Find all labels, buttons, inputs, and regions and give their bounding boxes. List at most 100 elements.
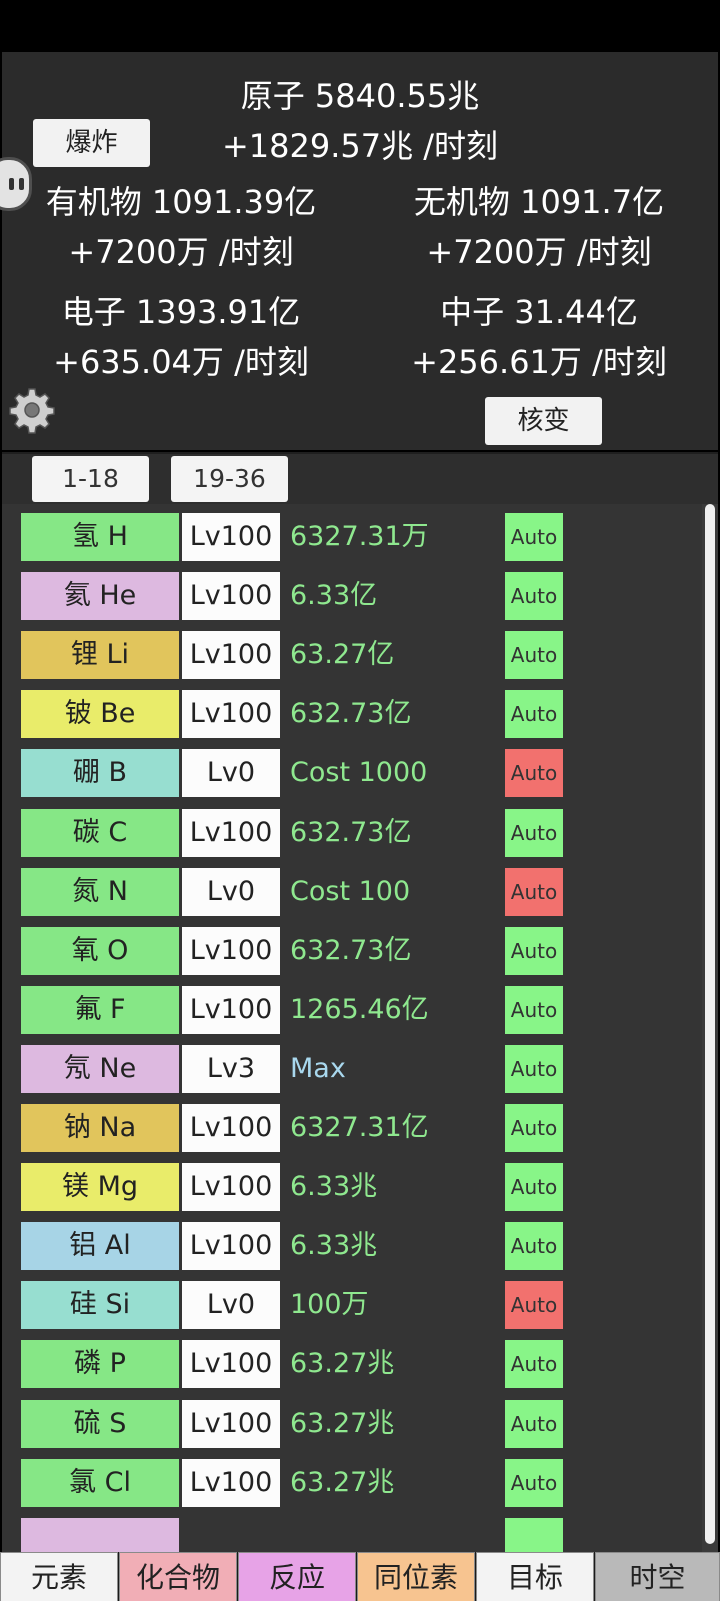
element-name-button[interactable]: 碳 C <box>21 808 179 857</box>
element-group-tabs: 1-18 19-36 <box>2 452 718 504</box>
element-value: 6.33亿 <box>290 580 378 612</box>
element-level-button[interactable]: Lv0 <box>182 867 280 916</box>
scrollbar[interactable] <box>702 504 718 1552</box>
auto-toggle[interactable]: Auto <box>505 513 563 561</box>
element-name-button[interactable]: 氦 He <box>21 572 179 621</box>
element-name-button[interactable]: 硫 S <box>21 1399 179 1448</box>
element-name-button[interactable]: 锂 Li <box>21 631 179 680</box>
element-value: 632.73亿 <box>290 816 412 848</box>
auto-toggle[interactable]: Auto <box>505 1458 563 1507</box>
auto-toggle[interactable]: Auto <box>505 926 563 975</box>
neutron-count: 中子 31.44亿 <box>440 293 638 331</box>
element-value: 6.33兆 <box>290 1171 378 1203</box>
element-level-button[interactable]: Lv100 <box>182 985 280 1034</box>
element-value: Max <box>290 1052 346 1084</box>
element-row: 氦 He Lv100 6.33亿 Auto <box>2 572 702 621</box>
game-screen: 原子 5840.55兆 +1829.57兆 /时刻 爆炸 有机物 1091.39… <box>0 0 720 1601</box>
element-name-button[interactable]: 氮 N <box>21 867 179 916</box>
auto-toggle[interactable]: Auto <box>505 808 563 857</box>
element-row: 氧 O Lv100 632.73亿 Auto <box>2 926 702 975</box>
element-name-button[interactable]: 氢 H <box>21 513 179 561</box>
nav-tab-reactions[interactable]: 反应 <box>238 1552 356 1601</box>
element-name-button[interactable]: 氖 Ne <box>21 1044 179 1093</box>
element-row: 硅 Si Lv0 100万 Auto <box>2 1281 702 1330</box>
element-row: 镁 Mg Lv100 6.33兆 Auto <box>2 1163 702 1212</box>
element-level-button[interactable]: Lv3 <box>182 1044 280 1093</box>
auto-toggle[interactable]: Auto <box>505 1163 563 1212</box>
element-level-button[interactable]: Lv100 <box>182 631 280 680</box>
element-level-button[interactable]: Lv0 <box>182 749 280 798</box>
element-row <box>2 1517 702 1552</box>
auto-toggle[interactable]: Auto <box>505 749 563 798</box>
element-value: 632.73亿 <box>290 698 412 730</box>
element-level-button[interactable]: Lv100 <box>182 1222 280 1271</box>
gear-icon[interactable] <box>8 386 56 434</box>
element-name-button[interactable] <box>21 1517 179 1552</box>
auto-toggle[interactable]: Auto <box>505 631 563 680</box>
element-row: 磷 P Lv100 63.27兆 Auto <box>2 1340 702 1389</box>
element-level-button[interactable]: Lv0 <box>182 1281 280 1330</box>
auto-toggle[interactable]: Auto <box>505 1281 563 1330</box>
element-name-button[interactable]: 硅 Si <box>21 1281 179 1330</box>
element-name-button[interactable]: 氯 Cl <box>21 1458 179 1507</box>
nav-tab-spacetime[interactable]: 时空 <box>595 1552 720 1601</box>
element-row: 硫 S Lv100 63.27兆 Auto <box>2 1399 702 1448</box>
auto-toggle[interactable]: Auto <box>505 1044 563 1093</box>
element-value: Cost 1000 <box>290 757 428 789</box>
auto-toggle[interactable] <box>505 1517 563 1552</box>
element-name-button[interactable]: 氟 F <box>21 985 179 1034</box>
nav-tab-isotopes[interactable]: 同位素 <box>357 1552 475 1601</box>
auto-toggle[interactable]: Auto <box>505 572 563 621</box>
nav-tab-goals[interactable]: 目标 <box>476 1552 594 1601</box>
auto-toggle[interactable]: Auto <box>505 1222 563 1271</box>
scrollbar-thumb[interactable] <box>705 504 715 1544</box>
element-level-button[interactable]: Lv100 <box>182 1104 280 1152</box>
element-level-button[interactable]: Lv100 <box>182 926 280 975</box>
inorganic-rate: +7200万 /时刻 <box>426 233 652 271</box>
element-level-button[interactable]: Lv100 <box>182 1399 280 1448</box>
element-level-button[interactable]: Lv100 <box>182 808 280 857</box>
organic-rate: +7200万 /时刻 <box>68 233 294 271</box>
element-value: 632.73亿 <box>290 934 412 966</box>
element-name-button[interactable]: 磷 P <box>21 1340 179 1389</box>
atom-count: 原子 5840.55兆 <box>240 77 480 115</box>
element-name-button[interactable]: 硼 B <box>21 749 179 798</box>
element-name-button[interactable]: 镁 Mg <box>21 1163 179 1212</box>
auto-toggle[interactable]: Auto <box>505 867 563 916</box>
electron-rate: +635.04万 /时刻 <box>53 343 309 381</box>
element-row: 硼 B Lv0 Cost 1000 Auto <box>2 749 702 798</box>
tab-elements-1-18[interactable]: 1-18 <box>32 456 149 502</box>
element-level-button[interactable]: Lv100 <box>182 572 280 621</box>
element-name-button[interactable]: 铍 Be <box>21 690 179 739</box>
element-row: 碳 C Lv100 632.73亿 Auto <box>2 808 702 857</box>
auto-toggle[interactable]: Auto <box>505 1399 563 1448</box>
tab-elements-19-36[interactable]: 19-36 <box>171 456 288 502</box>
element-level-button[interactable]: Lv100 <box>182 1340 280 1389</box>
element-level-button[interactable]: Lv100 <box>182 1163 280 1212</box>
element-level-button[interactable]: Lv100 <box>182 513 280 561</box>
resource-panel: 原子 5840.55兆 +1829.57兆 /时刻 爆炸 有机物 1091.39… <box>0 52 718 450</box>
element-name-button[interactable]: 氧 O <box>21 926 179 975</box>
element-row: 氟 F Lv100 1265.46亿 Auto <box>2 985 702 1034</box>
element-list[interactable]: 氢 H Lv100 6327.31万 Auto 氦 He Lv100 6.33亿 Auto 锂 … <box>2 504 718 1552</box>
element-row: 铍 Be Lv100 632.73亿 Auto <box>2 690 702 739</box>
nav-tab-elements[interactable]: 元素 <box>0 1552 118 1601</box>
auto-toggle[interactable]: Auto <box>505 985 563 1034</box>
element-value: 63.27兆 <box>290 1466 395 1498</box>
element-value: 100万 <box>290 1289 369 1321</box>
element-level-button[interactable]: Lv100 <box>182 690 280 739</box>
element-value: 63.27兆 <box>290 1407 395 1439</box>
element-name-button[interactable]: 铝 Al <box>21 1222 179 1271</box>
auto-toggle[interactable]: Auto <box>505 690 563 739</box>
explode-button[interactable]: 爆炸 <box>33 119 150 167</box>
element-name-button[interactable]: 钠 Na <box>21 1104 179 1152</box>
neutron-rate: +256.61万 /时刻 <box>411 343 667 381</box>
auto-toggle[interactable]: Auto <box>505 1104 563 1152</box>
nav-tab-compounds[interactable]: 化合物 <box>119 1552 237 1601</box>
element-row: 氖 Ne Lv3 Max Auto <box>2 1044 702 1093</box>
element-level-button[interactable]: Lv100 <box>182 1458 280 1507</box>
element-row: 钠 Na Lv100 6327.31亿 Auto <box>2 1104 702 1152</box>
fission-button[interactable]: 核变 <box>485 397 602 445</box>
auto-toggle[interactable]: Auto <box>505 1340 563 1389</box>
element-value <box>290 1518 500 1552</box>
